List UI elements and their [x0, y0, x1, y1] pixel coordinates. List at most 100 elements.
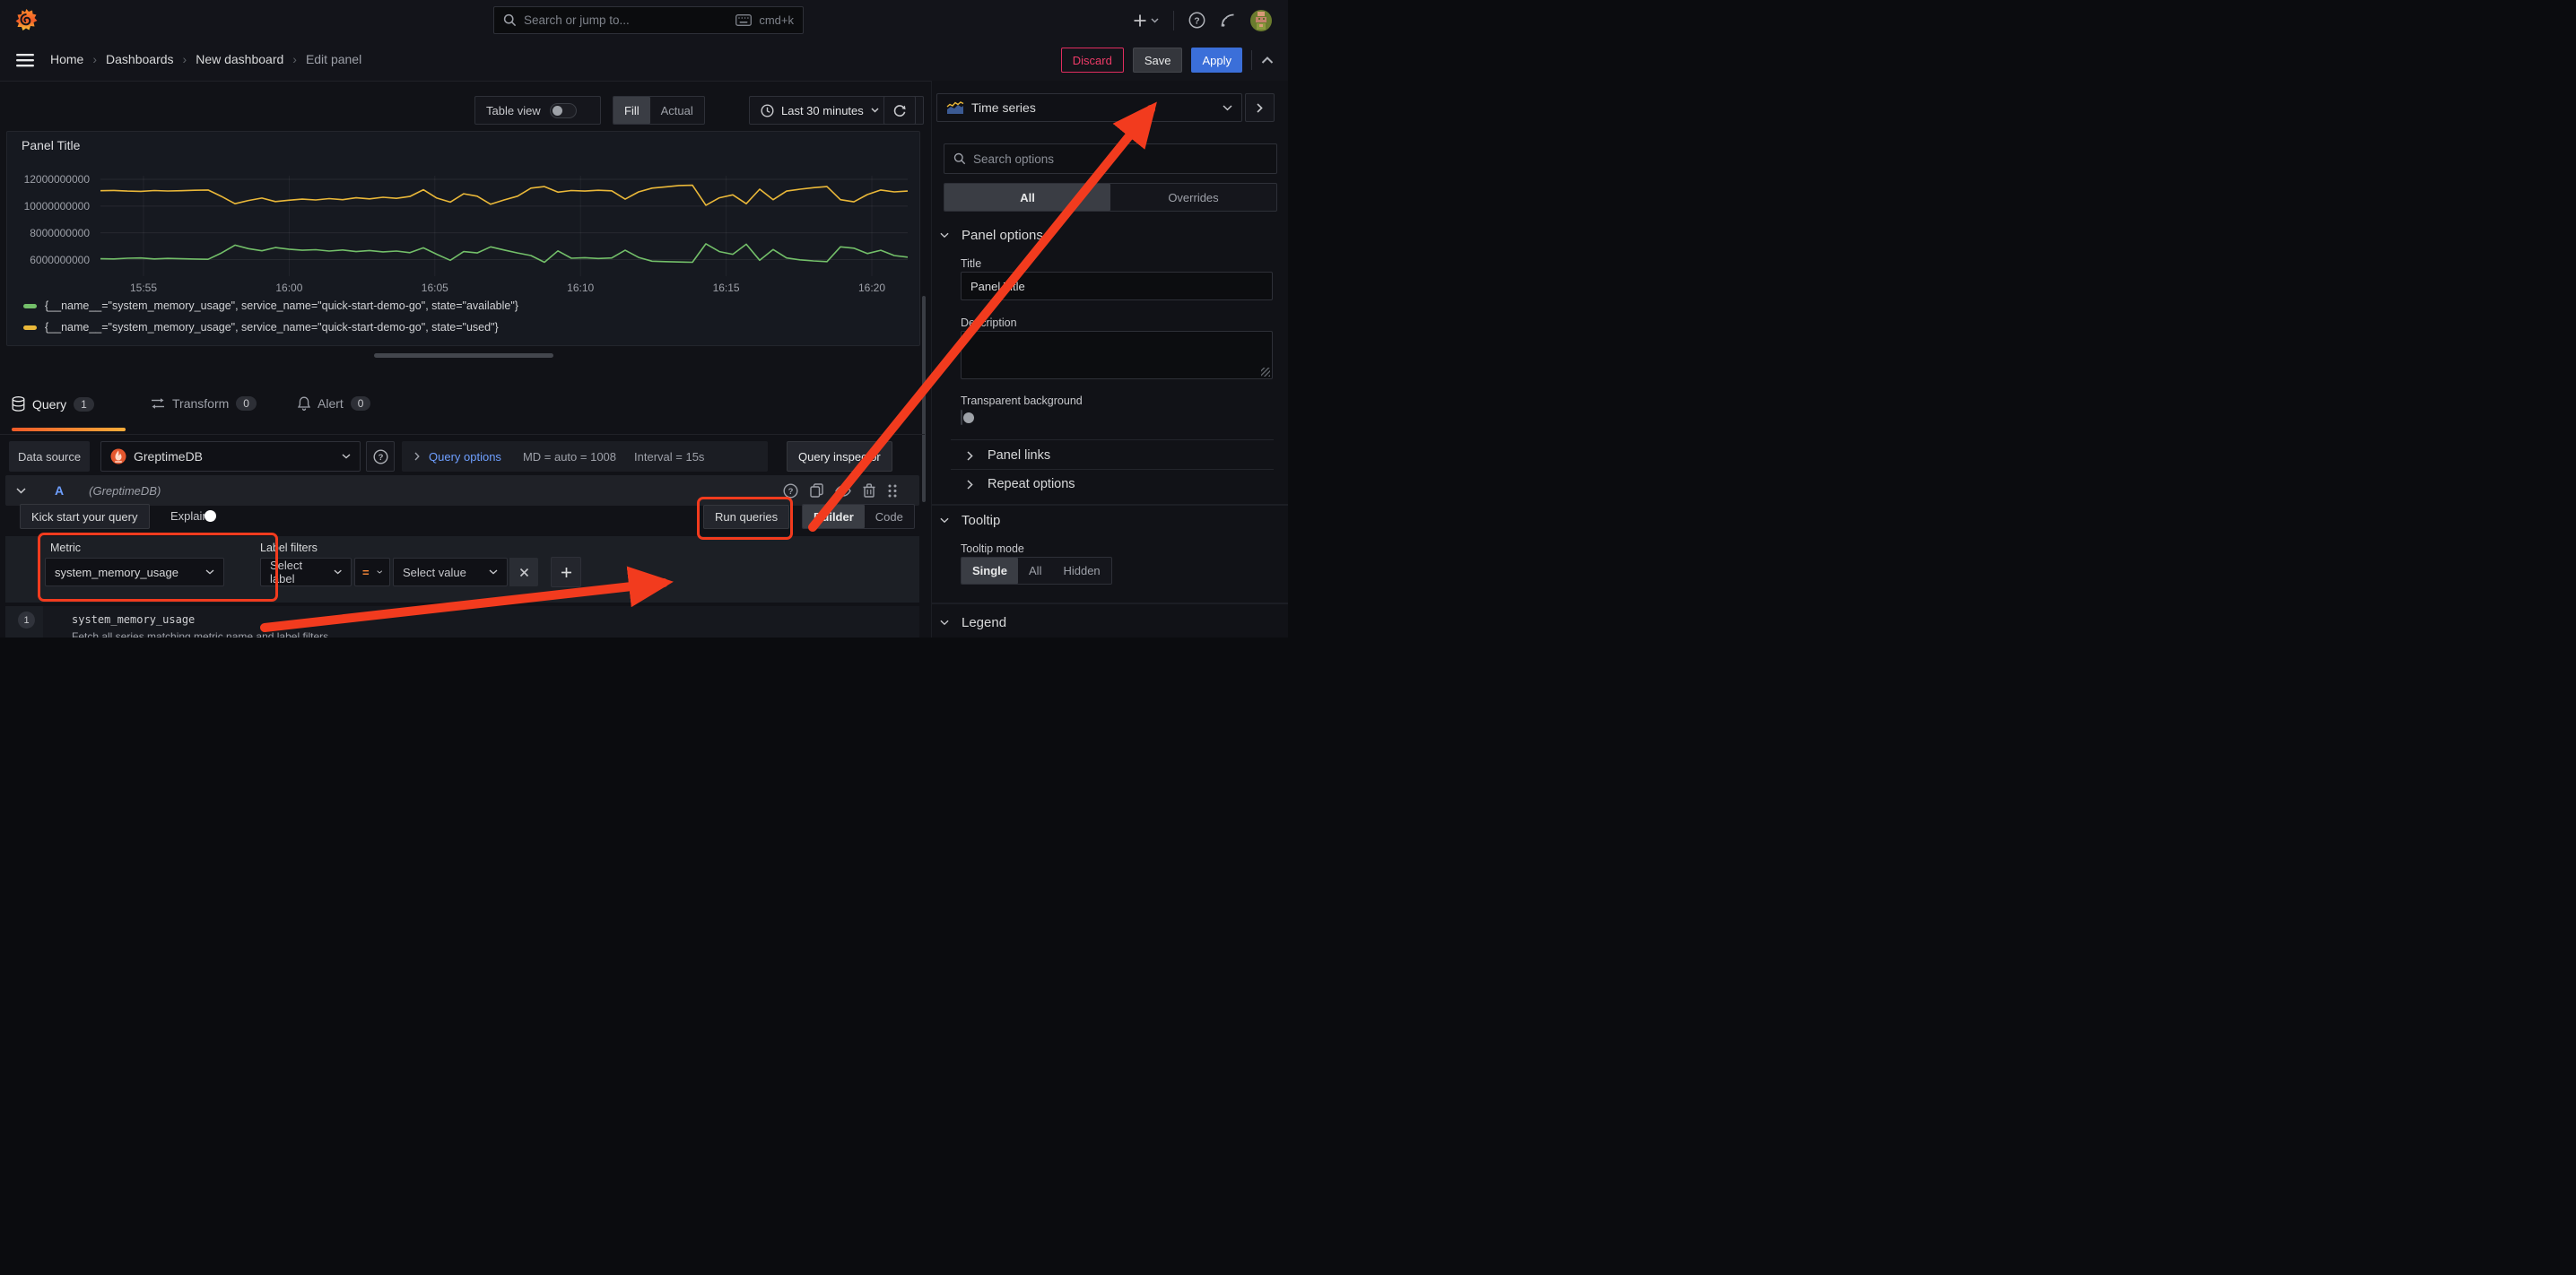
- tooltip-section-header[interactable]: Tooltip: [940, 513, 1000, 528]
- table-view-toggle-group[interactable]: Table view: [474, 96, 601, 125]
- legend-item-available[interactable]: {__name__="system_memory_usage", service…: [23, 299, 518, 312]
- grafana-logo-icon[interactable]: [14, 8, 39, 32]
- y-axis-tick: 10000000000: [18, 200, 90, 212]
- datasource-help-button[interactable]: ?: [366, 441, 395, 472]
- collapse-sidebar-button[interactable]: [1245, 93, 1275, 122]
- table-view-label: Table view: [486, 104, 541, 117]
- breadcrumb-item[interactable]: New dashboard: [196, 52, 283, 66]
- transparent-background-toggle[interactable]: [961, 410, 962, 425]
- breadcrumb-item[interactable]: Edit panel: [306, 52, 361, 66]
- remove-filter-button[interactable]: [509, 558, 538, 586]
- sidebar-divider: [951, 469, 1274, 470]
- tooltip-mode-all[interactable]: All: [1018, 558, 1052, 584]
- main-scrollbar[interactable]: [922, 296, 926, 502]
- search-icon: [503, 13, 517, 27]
- query-expression-hint: Fetch all series matching metric name an…: [72, 630, 328, 638]
- breadcrumb: Home›Dashboards›New dashboard›Edit panel: [50, 52, 361, 66]
- svg-text:?: ?: [378, 453, 383, 463]
- add-filter-button[interactable]: [551, 557, 581, 587]
- refresh-button[interactable]: [883, 96, 916, 125]
- panel-links-section[interactable]: Panel links: [967, 448, 1050, 463]
- apply-button[interactable]: Apply: [1191, 48, 1242, 73]
- news-rss-icon[interactable]: [1220, 13, 1236, 29]
- tab-transform-label: Transform: [172, 396, 229, 411]
- user-avatar[interactable]: [1250, 10, 1272, 31]
- search-icon: [953, 152, 966, 165]
- tab-overrides[interactable]: Overrides: [1110, 184, 1276, 211]
- operator-value: =: [362, 566, 370, 579]
- time-range-picker[interactable]: Last 30 minutes: [750, 97, 890, 124]
- breadcrumb-separator: ›: [292, 52, 297, 66]
- tab-query[interactable]: Query 1: [12, 396, 94, 412]
- panel-options-section-header[interactable]: Panel options: [940, 228, 1043, 243]
- query-options-bar[interactable]: Query options MD = auto = 1008 Interval …: [402, 441, 768, 472]
- kick-start-query-button[interactable]: Kick start your query: [20, 504, 150, 529]
- search-options-input[interactable]: Search options: [944, 143, 1277, 174]
- select-value-placeholder: Select value: [403, 566, 466, 579]
- description-textarea[interactable]: [961, 331, 1273, 379]
- actual-option[interactable]: Actual: [650, 97, 704, 124]
- drag-handle-grip-icon[interactable]: [887, 483, 898, 499]
- datasource-picker[interactable]: GreptimeDB: [100, 441, 361, 472]
- query-datasource-hint: (GreptimeDB): [89, 484, 161, 498]
- global-search-input[interactable]: Search or jump to... cmd+k: [493, 6, 804, 34]
- label-filter-operator-select[interactable]: =: [354, 558, 390, 586]
- table-view-toggle[interactable]: [550, 103, 577, 118]
- x-axis-tick: 16:05: [422, 282, 448, 294]
- visualization-picker[interactable]: Time series: [936, 93, 1242, 122]
- code-option[interactable]: Code: [865, 505, 914, 528]
- tooltip-header-label: Tooltip: [962, 513, 1000, 528]
- tab-all[interactable]: All: [944, 184, 1110, 211]
- time-range-label: Last 30 minutes: [781, 104, 864, 117]
- chevron-down-icon: [342, 454, 351, 459]
- tooltip-mode-single[interactable]: Single: [962, 558, 1018, 584]
- save-button[interactable]: Save: [1133, 48, 1183, 73]
- textarea-resize-grip[interactable]: [1261, 368, 1270, 377]
- search-options-placeholder: Search options: [973, 152, 1054, 166]
- collapse-header-chevron-up-icon[interactable]: [1261, 56, 1274, 65]
- metric-highlight-box: [38, 533, 278, 602]
- keyboard-icon: [735, 14, 752, 26]
- query-inspector-button[interactable]: Query inspector: [787, 441, 892, 472]
- delete-query-trash-icon[interactable]: [863, 483, 875, 498]
- bell-icon: [298, 396, 310, 411]
- visualization-panel[interactable]: Panel Title: [6, 131, 920, 346]
- toggle-visibility-eye-icon[interactable]: [835, 485, 851, 497]
- pane-resize-handle[interactable]: [374, 353, 553, 358]
- builder-option[interactable]: Builder: [803, 505, 865, 528]
- menu-hamburger-icon[interactable]: [16, 54, 34, 67]
- x-axis-tick: 16:20: [858, 282, 885, 294]
- chevron-down-icon: [489, 569, 498, 575]
- legend-color-used: [23, 325, 37, 330]
- query-refid[interactable]: A: [55, 483, 64, 498]
- help-icon[interactable]: ?: [1188, 12, 1205, 29]
- fill-option[interactable]: Fill: [614, 97, 650, 124]
- panel-title-input[interactable]: Panel Title: [961, 272, 1273, 300]
- legend-item-used[interactable]: {__name__="system_memory_usage", service…: [23, 321, 499, 334]
- select-label-placeholder: Select label: [270, 559, 326, 585]
- panel-title-input-value: Panel Title: [970, 280, 1025, 293]
- duplicate-query-icon[interactable]: [810, 483, 823, 498]
- chevron-down-icon: [940, 517, 949, 524]
- legend-header-label: Legend: [962, 615, 1006, 630]
- tab-alert-count: 0: [351, 396, 371, 411]
- chevron-down-icon: [871, 108, 879, 113]
- grafana-edit-panel-screen: Search or jump to... cmd+k ?: [0, 0, 1288, 638]
- legend-label-available: {__name__="system_memory_usage", service…: [45, 299, 518, 312]
- legend-color-available: [23, 304, 37, 308]
- add-menu-button[interactable]: [1133, 13, 1159, 28]
- breadcrumb-item[interactable]: Dashboards: [106, 52, 174, 66]
- breadcrumb-bar: Home›Dashboards›New dashboard›Edit panel…: [0, 40, 1288, 82]
- query-help-icon[interactable]: ?: [783, 483, 798, 499]
- legend-section-header[interactable]: Legend: [940, 615, 1006, 630]
- discard-button[interactable]: Discard: [1061, 48, 1124, 73]
- tab-transform[interactable]: Transform 0: [151, 396, 257, 411]
- tab-alert[interactable]: Alert 0: [298, 396, 370, 411]
- label-filter-value-select[interactable]: Select value: [393, 558, 508, 586]
- breadcrumb-item[interactable]: Home: [50, 52, 83, 66]
- close-icon: [519, 568, 529, 577]
- query-options-link[interactable]: Query options: [429, 450, 501, 464]
- repeat-options-section[interactable]: Repeat options: [967, 477, 1075, 491]
- tooltip-mode-label: Tooltip mode: [961, 542, 1024, 555]
- tooltip-mode-hidden[interactable]: Hidden: [1052, 558, 1110, 584]
